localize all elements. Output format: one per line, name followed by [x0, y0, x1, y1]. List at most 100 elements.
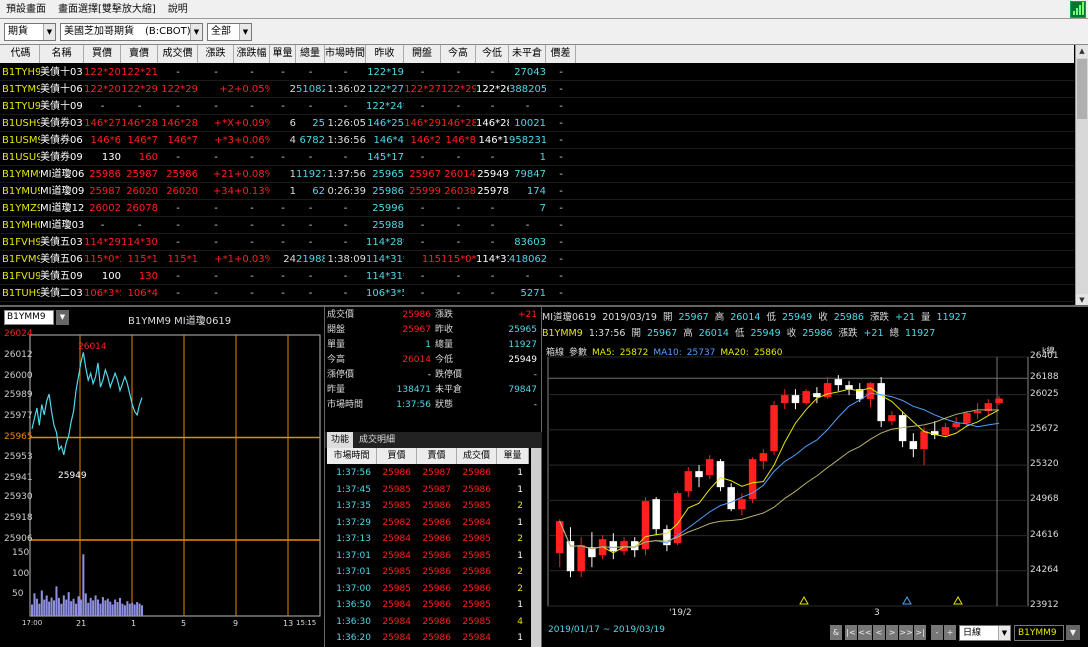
scroll-up-icon[interactable]: ▲ [1076, 45, 1088, 58]
table-cell: 25988 [372, 220, 404, 231]
table-row[interactable]: B1USM9美債券0619 146*6 146*7 146*7 +*3+0.06% 467… [0, 132, 1074, 149]
volume-bar [35, 598, 38, 616]
table-cell: - [456, 271, 461, 282]
ticks-column-header[interactable]: 市場時間 [327, 448, 377, 464]
table-row[interactable]: B1TYH9美債十0319122*20*1122*21 - - - - - - 122*19 -… [0, 64, 1074, 81]
column-header[interactable]: 漲跌幅 [234, 45, 270, 63]
column-header[interactable]: 總量 [296, 45, 325, 63]
volume-bar [97, 599, 100, 616]
tick-row[interactable]: 1:37:13 25984 25986 25985 2 [327, 531, 529, 547]
tick-cell: 25984 [382, 616, 411, 627]
column-header[interactable]: 代碼 [2, 45, 40, 63]
tab-function[interactable]: 功能 [327, 432, 354, 448]
column-header[interactable]: 今低 [476, 45, 509, 63]
ticks-column-header[interactable]: 成交價 [457, 448, 497, 464]
column-header[interactable]: 買價 [84, 45, 121, 63]
table-cell: 25 [312, 118, 325, 129]
table-cell: 146*28 [161, 118, 198, 129]
market-select[interactable]: 期貨 ▼ [4, 23, 56, 41]
info-label: 昨量 [327, 385, 346, 395]
kline-code-input[interactable]: B1YMM9 [1014, 625, 1064, 641]
tick-row[interactable]: 1:37:35 25985 25986 25985 2 [327, 498, 529, 514]
table-cell: 26002 [89, 203, 121, 214]
table-row[interactable]: B1TUH9美債二0319106*3*5106*4------106*3*5--… [0, 285, 1074, 302]
table-row[interactable]: B1USH9美債券0319146*27146*28146*28+*X+0.09%… [0, 115, 1074, 132]
link-icon[interactable]: & [830, 625, 842, 640]
scroll-thumb[interactable] [1077, 59, 1087, 119]
table-row[interactable]: B1FVM9美債五0619115*0*2 115*1 115*1 +*1+0.03% 2… [0, 251, 1074, 268]
column-header[interactable]: 成交價 [158, 45, 198, 63]
column-header[interactable]: 單量 [270, 45, 296, 63]
column-header[interactable]: 今高 [441, 45, 476, 63]
table-cell: - [490, 288, 495, 299]
first-icon[interactable]: |< [845, 625, 857, 640]
tick-row[interactable]: 1:36:20 25984 25986 25984 1 [327, 630, 529, 646]
candle-body [684, 471, 693, 492]
tick-cell: 1 [517, 517, 523, 528]
ticks-column-header[interactable]: 賣價 [417, 448, 457, 464]
table-cell: +2 [219, 84, 234, 95]
table-cell: - [559, 271, 563, 282]
table-row[interactable]: B1TYM9美債十0619122*20*1122*29122*29+2+0.05… [0, 81, 1074, 98]
prev-icon[interactable]: < [873, 625, 885, 640]
quote-scrollbar[interactable]: ▲ ▼ [1075, 45, 1088, 307]
forward-icon[interactable]: >> [899, 625, 913, 640]
column-header[interactable]: 未平倉 [509, 45, 546, 63]
tick-row[interactable]: 1:36:50 25984 25986 25985 1 [327, 597, 529, 613]
menu-default-screen[interactable]: 預設畫面 [0, 0, 52, 19]
tick-row[interactable]: 1:37:00 25985 25986 25986 2 [327, 581, 529, 597]
volume-bar [60, 603, 63, 616]
zoom-in-icon[interactable]: + [944, 625, 956, 640]
menu-help[interactable]: 說明 [162, 0, 194, 19]
chevron-down-icon[interactable]: ▼ [1066, 625, 1080, 640]
info-label: 跌停價 [435, 370, 463, 380]
table-row[interactable]: B1YMU9MI道瓊0919 25987 26020 26020 +34+0.13% 1 6… [0, 183, 1074, 200]
intraday-chart[interactable] [0, 307, 325, 647]
table-row[interactable]: B1YMH0MI道瓊0320 - - - - - - - - 25988 - - - - - [0, 217, 1074, 234]
volume-bar [72, 598, 75, 616]
table-row[interactable]: B1FVU9美債五0919 100 130 - - - - - - 114*31*3 - - - - - [0, 268, 1074, 285]
column-header[interactable]: 昨收 [366, 45, 404, 63]
tick-row[interactable]: 1:37:01 25984 25986 25985 1 [327, 548, 529, 564]
table-row[interactable]: B1YMZ9MI道瓊1219 26002 26078 - - - - - - 25996 - - - 7 - [0, 200, 1074, 217]
table-cell: B1YMH0 [2, 220, 40, 231]
column-header[interactable]: 賣價 [121, 45, 158, 63]
table-row[interactable]: B1YMM9MI道瓊0619259862598725986+21+0.08%11… [0, 166, 1074, 183]
filter-select[interactable]: 全部 ▼ [207, 23, 252, 41]
column-header[interactable]: 名稱 [40, 45, 84, 63]
next-icon[interactable]: > [886, 625, 898, 640]
candle-body [556, 521, 564, 554]
table-row[interactable]: B1FVH9美債五0319114*29*2114*30*2 - - - - - - 114*2… [0, 234, 1074, 251]
tick-row[interactable]: 1:37:01 25985 25986 25986 2 [327, 564, 529, 580]
column-header[interactable]: 價差 [546, 45, 576, 63]
info-label: 漲跌 [435, 310, 454, 320]
table-cell: - [456, 288, 461, 299]
tick-row[interactable]: 1:36:30 25984 25986 25985 4 [327, 614, 529, 630]
table-row[interactable]: B1TYU9美債十0919 - - - - - - - - 122*24*1 - - - - - [0, 98, 1074, 115]
menu-screen-select[interactable]: 畫面選擇[雙擊放大縮] [52, 0, 162, 19]
zoom-out-icon[interactable]: - [931, 625, 943, 640]
kline-chart[interactable] [542, 307, 1088, 647]
tick-row[interactable]: 1:37:45 25985 25987 25986 1 [327, 482, 529, 498]
table-cell: 146*28 [121, 118, 158, 129]
volume-bar [33, 593, 36, 616]
column-header[interactable]: 漲跌 [198, 45, 234, 63]
ticks-scrollbar[interactable] [531, 448, 541, 647]
tick-row[interactable]: 1:37:56 25986 25987 25986 1 [327, 465, 529, 481]
exchange-select[interactable]: 美國芝加哥期貨 (B:CBOT) ▼ [60, 23, 203, 41]
tick-row[interactable]: 1:37:29 25982 25986 25984 1 [327, 515, 529, 531]
table-cell: 160 [138, 152, 158, 163]
period-select[interactable]: 日線 ▼ [959, 625, 1011, 641]
table-row[interactable]: B1USU9美債券0919 130 160 - - - - - - 145*17 - - - 1 - [0, 149, 1074, 166]
tick-cell: 25986 [422, 633, 451, 643]
volume-bar [123, 605, 126, 616]
column-header[interactable]: 市場時間 [325, 45, 366, 63]
table-cell: - [456, 220, 461, 231]
table-cell: +0.09% [234, 118, 270, 129]
tab-trade-detail[interactable]: 成交明細 [355, 432, 399, 448]
rewind-icon[interactable]: << [858, 625, 872, 640]
ticks-column-header[interactable]: 買價 [377, 448, 417, 464]
column-header[interactable]: 開盤 [404, 45, 441, 63]
last-icon[interactable]: >| [914, 625, 926, 640]
ticks-column-header[interactable]: 單量 [497, 448, 529, 464]
